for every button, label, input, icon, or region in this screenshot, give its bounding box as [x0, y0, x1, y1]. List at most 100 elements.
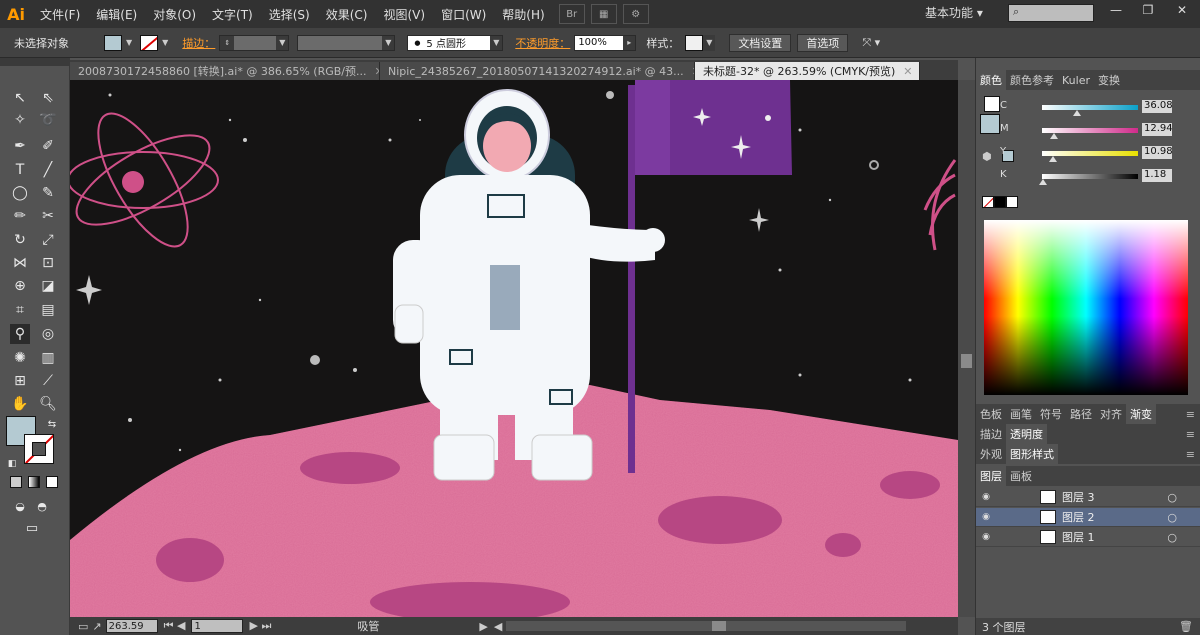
swap-colors-icon[interactable]: ⇆ — [42, 414, 62, 434]
gpu-performance-icon[interactable]: ⚙ — [622, 4, 649, 24]
panel-tab[interactable]: 渐变 — [1126, 404, 1156, 424]
screen-mode-icon[interactable]: ▭ — [22, 518, 42, 538]
menu-item[interactable]: 文件(F) — [32, 6, 88, 23]
opacity-label[interactable]: 不透明度： — [511, 35, 574, 51]
cmyk-slider-y[interactable]: Y 10.98 — [1000, 146, 1197, 162]
preferences-button[interactable]: 首选项 — [797, 33, 849, 52]
panel-tab[interactable]: 画板 — [1006, 466, 1036, 486]
status-menu-icon[interactable]: ▶ — [479, 620, 487, 633]
white-swatch[interactable] — [1006, 196, 1018, 208]
menu-item[interactable]: 窗口(W) — [433, 6, 494, 23]
panel-tab[interactable]: 对齐 — [1096, 404, 1126, 424]
fill-swatch[interactable] — [104, 34, 122, 51]
workspace-switcher[interactable]: 基本功能 ▾ — [925, 4, 983, 21]
scroll-thumb[interactable] — [961, 354, 972, 368]
close-button[interactable]: ✕ — [1166, 0, 1198, 20]
magic-wand-icon[interactable]: ✧ — [10, 110, 30, 130]
scroll-left-icon[interactable]: ◀ — [494, 620, 502, 633]
column-graph-icon[interactable]: ▥ — [38, 348, 58, 368]
trash-icon[interactable]: 🗑︎ — [1179, 620, 1193, 633]
stroke-weight-dropdown[interactable]: ⇕ ▼ — [219, 34, 290, 51]
stroke-color-box[interactable] — [24, 434, 54, 464]
document-tab[interactable]: 2008730172458860 [转换].ai* @ 386.65% (RGB… — [70, 62, 380, 80]
chevron-down-icon[interactable]: ▼ — [490, 35, 503, 50]
symbol-sprayer-icon[interactable]: ✺ — [10, 348, 30, 368]
live-paint-icon[interactable]: ◪ — [38, 276, 58, 296]
panel-tab[interactable]: 外观 — [976, 444, 1006, 464]
color-spectrum[interactable] — [984, 220, 1188, 395]
stroke-label[interactable]: 描边： — [178, 35, 219, 51]
panel-tab[interactable]: 颜色 — [976, 70, 1006, 90]
target-icon[interactable]: ○ — [1167, 511, 1177, 524]
panel-tab[interactable]: Kuler — [1058, 70, 1094, 90]
slider-thumb[interactable] — [1048, 156, 1057, 162]
free-transform-icon[interactable]: ⊡ — [38, 253, 58, 273]
menu-item[interactable]: 选择(S) — [261, 6, 318, 23]
chevron-down-icon[interactable]: ▼ — [276, 35, 289, 50]
draw-normal-icon[interactable]: ◒ — [10, 496, 30, 516]
width-tool-icon[interactable]: ⋈ — [10, 253, 30, 273]
fill-mini-swatch[interactable] — [980, 114, 1000, 134]
artboard-tool-icon[interactable]: ⊞ — [10, 371, 30, 391]
slider-track[interactable] — [1042, 174, 1138, 179]
next-artboard-icon[interactable]: ▶ ⏭ — [249, 619, 271, 633]
artboard-number-input[interactable]: 1 — [191, 619, 244, 633]
isolate-icon[interactable]: ⤧ ▾ — [862, 36, 880, 50]
panel-menu-icon[interactable]: ≡ — [1186, 408, 1195, 421]
gradient-mode-icon[interactable] — [28, 476, 40, 488]
chevron-down-icon[interactable]: ▼ — [382, 35, 395, 50]
menu-item[interactable]: 对象(O) — [145, 6, 204, 23]
menu-item[interactable]: 帮助(H) — [494, 6, 552, 23]
zoom-input[interactable]: 263.59 — [105, 619, 158, 633]
panel-tab[interactable]: 图形样式 — [1006, 444, 1058, 464]
pencil-icon[interactable]: ✏ — [10, 206, 30, 226]
vertical-scrollbar[interactable] — [958, 80, 975, 617]
blend-tool-icon[interactable]: ◎ — [38, 324, 58, 344]
horizontal-scrollbar[interactable] — [506, 621, 907, 631]
slice-tool-icon[interactable]: ⟋ — [38, 371, 58, 391]
perspective-grid-icon[interactable]: ⌗ — [10, 300, 30, 320]
lasso-icon[interactable]: ➰ — [38, 110, 58, 130]
slider-track[interactable] — [1042, 105, 1138, 110]
scale-tool-icon[interactable]: ⤢ — [38, 230, 58, 250]
pen-tool-icon[interactable]: ✒ — [10, 136, 30, 156]
stroke-swatch[interactable] — [140, 34, 159, 51]
menu-item[interactable]: 编辑(E) — [88, 6, 145, 23]
slider-value[interactable]: 1.18 — [1142, 169, 1172, 182]
layer-row[interactable]: ◉ 图层 2 ○ — [976, 508, 1200, 527]
none-mode-icon[interactable] — [46, 476, 58, 488]
eye-icon[interactable]: ◉ — [976, 532, 996, 542]
brush-dropdown[interactable]: ● 5 点圆形 ▼ — [407, 34, 504, 51]
ellipse-tool-icon[interactable]: ◯ — [10, 183, 30, 203]
none-swatch[interactable] — [982, 196, 994, 208]
document-tab[interactable]: Nipic_24385267_20180507141320274912.ai* … — [380, 62, 695, 80]
panel-tab[interactable]: 色板 — [976, 404, 1006, 424]
eyedropper-icon[interactable]: ⚲ — [10, 324, 30, 344]
panel-tab[interactable]: 颜色参考 — [1006, 70, 1058, 90]
slider-value[interactable]: 10.98 — [1142, 146, 1173, 159]
panel-tab[interactable]: 画笔 — [1006, 404, 1036, 424]
curvature-tool-icon[interactable]: ✐ — [38, 136, 58, 156]
arrange-documents-icon[interactable]: ▦ — [590, 4, 617, 24]
share-icon[interactable]: ↗ — [92, 620, 101, 633]
tab-close-icon[interactable]: ✕ — [903, 65, 912, 78]
selection-tool-icon[interactable]: ↖ — [10, 88, 30, 108]
slider-thumb[interactable] — [1038, 179, 1047, 185]
slider-thumb[interactable] — [1050, 133, 1059, 139]
scissors-icon[interactable]: ✂ — [38, 206, 58, 226]
panel-tab[interactable]: 变换 — [1094, 70, 1124, 90]
black-swatch[interactable] — [994, 196, 1006, 208]
draw-behind-icon[interactable]: ◓ — [32, 496, 52, 516]
line-tool-icon[interactable]: ╱ — [38, 160, 58, 180]
cmyk-slider-c[interactable]: C 36.08 — [1000, 100, 1197, 116]
panel-menu-icon[interactable]: ≡ — [1186, 448, 1195, 461]
menu-item[interactable]: 视图(V) — [375, 6, 433, 23]
artboard-nav-icon[interactable]: ▭ — [78, 620, 88, 633]
panel-tab[interactable]: 符号 — [1036, 404, 1066, 424]
layer-row[interactable]: ◉ 图层 3 ○ — [976, 488, 1200, 507]
slider-thumb[interactable] — [1072, 110, 1081, 116]
chevron-down-icon[interactable]: ▼ — [126, 38, 132, 47]
default-colors-icon[interactable]: ◧ — [2, 454, 22, 474]
zoom-tool-icon[interactable]: 🔍︎ — [38, 394, 58, 414]
bridge-icon[interactable]: Br — [558, 4, 585, 24]
